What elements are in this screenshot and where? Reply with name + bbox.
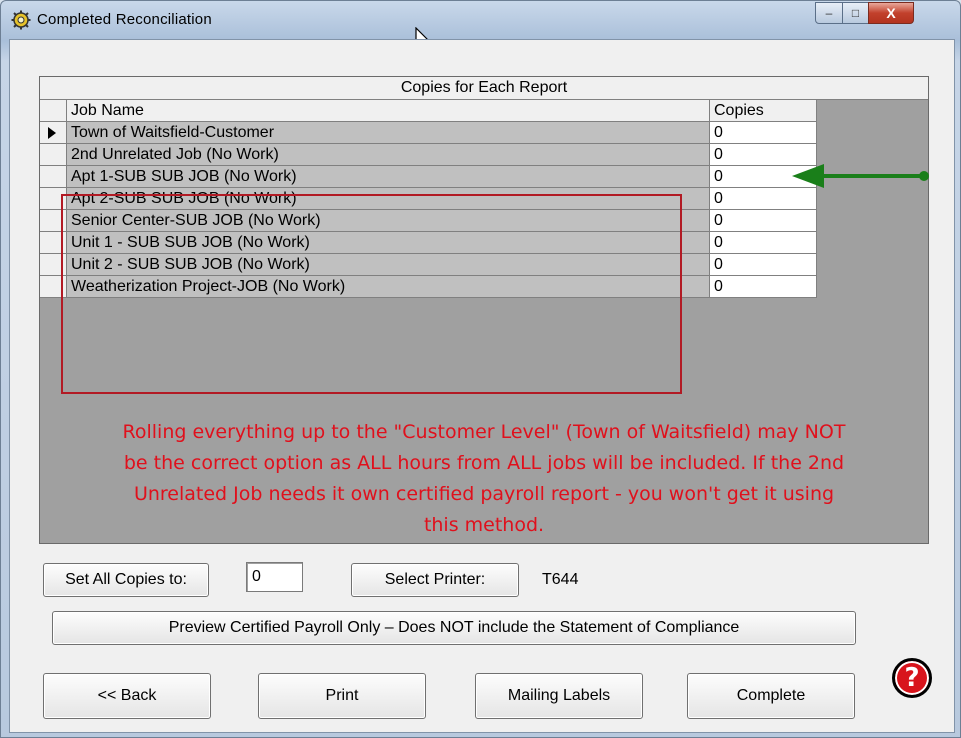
completed-reconciliation-window: Completed Reconciliation – □ X Copies fo…: [0, 0, 961, 738]
row-selector-header: [40, 100, 67, 122]
column-header-job-name[interactable]: Job Name: [67, 100, 710, 122]
annotation-line-1: Rolling everything up to the "Customer L…: [122, 421, 846, 443]
annotation-line-2: be the correct option as ALL hours from …: [123, 452, 845, 474]
copies-cell[interactable]: 0: [710, 122, 817, 144]
current-row-arrow-icon: [48, 127, 56, 139]
row-selector[interactable]: [40, 144, 67, 166]
row-selector[interactable]: [40, 166, 67, 188]
table-row[interactable]: Apt 1-SUB SUB JOB (No Work) 0: [40, 166, 817, 188]
complete-button[interactable]: Complete: [687, 673, 855, 719]
close-button[interactable]: X: [868, 2, 914, 24]
copies-cell[interactable]: 0: [710, 232, 817, 254]
row-selector[interactable]: [40, 122, 67, 144]
column-header-copies[interactable]: Copies: [710, 100, 817, 122]
annotation-line-4: this method.: [423, 514, 545, 536]
window-title: Completed Reconciliation: [37, 11, 212, 28]
gear-icon: [11, 10, 31, 30]
select-printer-button[interactable]: Select Printer:: [351, 563, 519, 597]
mailing-labels-button[interactable]: Mailing Labels: [475, 673, 643, 719]
table-row[interactable]: 2nd Unrelated Job (No Work) 0: [40, 144, 817, 166]
title-bar: Completed Reconciliation – □ X: [1, 1, 960, 50]
dialog-body: Copies for Each Report Job Name Copies T…: [9, 39, 955, 733]
copies-cell[interactable]: 0: [710, 210, 817, 232]
green-arrow-icon: [792, 164, 929, 188]
set-all-copies-input[interactable]: 0: [246, 562, 303, 592]
copies-cell[interactable]: 0: [710, 254, 817, 276]
minimize-button[interactable]: –: [815, 2, 843, 24]
set-all-copies-label: Set All Copies to:: [65, 571, 187, 588]
copies-cell[interactable]: 0: [710, 276, 817, 298]
job-name-cell[interactable]: Town of Waitsfield-Customer: [67, 122, 710, 144]
highlight-box: [61, 194, 682, 394]
preview-label: Preview Certified Payroll Only – Does NO…: [168, 619, 740, 636]
print-button[interactable]: Print: [258, 673, 426, 719]
annotation-line-3: Unrelated Job needs it own certified pay…: [133, 483, 835, 505]
grid-caption: Copies for Each Report: [40, 77, 928, 100]
copies-cell[interactable]: 0: [710, 188, 817, 210]
printer-name: T644: [542, 571, 579, 588]
set-all-copies-button[interactable]: Set All Copies to:: [43, 563, 209, 597]
maximize-button[interactable]: □: [842, 2, 869, 24]
preview-certified-payroll-button[interactable]: Preview Certified Payroll Only – Does NO…: [52, 611, 856, 645]
back-button[interactable]: << Back: [43, 673, 211, 719]
job-name-cell[interactable]: 2nd Unrelated Job (No Work): [67, 144, 710, 166]
annotation-note: Rolling everything up to the "Customer L…: [40, 417, 928, 541]
job-name-cell[interactable]: Apt 1-SUB SUB JOB (No Work): [67, 166, 710, 188]
copies-grid: Copies for Each Report Job Name Copies T…: [39, 76, 929, 544]
table-row[interactable]: Town of Waitsfield-Customer 0: [40, 122, 817, 144]
select-printer-label: Select Printer:: [384, 571, 486, 588]
help-icon[interactable]: ?: [892, 658, 932, 698]
